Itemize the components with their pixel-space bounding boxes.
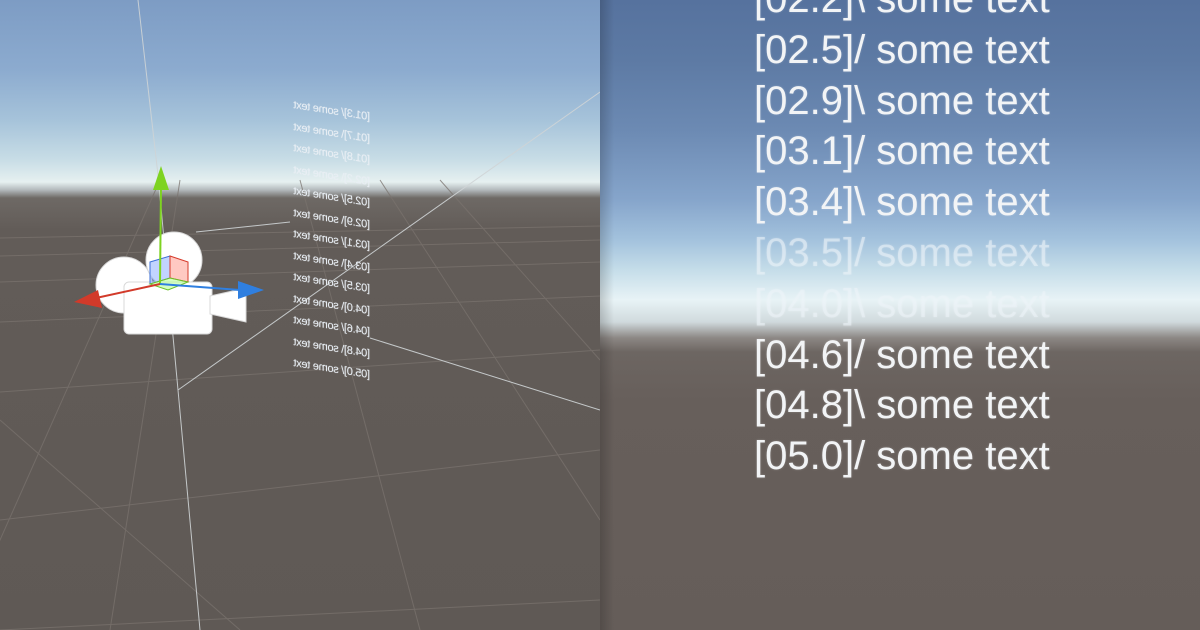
y-axis-arrow-icon[interactable] [153, 166, 169, 190]
x-axis-arrow-icon[interactable] [74, 290, 102, 308]
y-axis-handle[interactable] [159, 185, 162, 285]
screen-text-line: [02.9]\ some text [754, 78, 1050, 123]
screen-text-line: [03.5]/ some text [754, 230, 1050, 275]
screen-text-line: [02.5]/ some text [754, 27, 1050, 72]
z-axis-arrow-icon[interactable] [238, 281, 264, 299]
screen-text-line: [04.0]\ some text [754, 281, 1050, 326]
screen-text-block: [02.2]\ some text [02.5]/ some text [02.… [754, 0, 1050, 482]
screen-text-line: [04.6]/ some text [754, 332, 1050, 377]
x-axis-handle[interactable] [95, 283, 161, 299]
scene-view[interactable]: [01.3]/ some text [01.7]\ some text [01.… [0, 0, 600, 630]
screen-text-line: [02.2]\ some text [754, 0, 1050, 25]
editor-views: [01.3]/ some text [01.7]\ some text [01.… [0, 0, 1200, 630]
screen-text-line: [03.1]/ some text [754, 129, 1050, 174]
screen-text-line: [05.0]/ some text [754, 434, 1050, 479]
screen-text-line: [03.4]\ some text [754, 180, 1050, 225]
game-view[interactable]: [02.2]\ some text [02.5]/ some text [02.… [600, 0, 1200, 630]
screen-text-line: [04.8]\ some text [754, 383, 1050, 428]
transform-gizmo[interactable] [0, 0, 600, 630]
